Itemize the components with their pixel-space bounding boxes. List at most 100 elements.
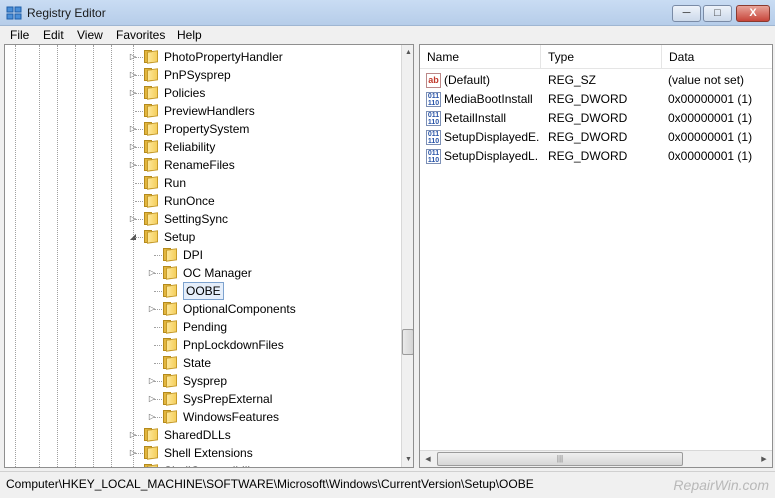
tree-item[interactable]: ▷ Shell Extensions [5, 444, 395, 462]
folder-icon [144, 428, 159, 442]
folder-icon [144, 122, 159, 136]
value-data: 0x00000001 (1) [668, 92, 753, 106]
folder-icon [144, 194, 159, 208]
tree-item-label: PreviewHandlers [164, 104, 255, 118]
tree-item-label: OC Manager [183, 266, 252, 280]
tree-item-label: Setup [164, 230, 196, 244]
folder-icon [144, 212, 159, 226]
tree-guide-line [135, 237, 143, 238]
tree-item[interactable]: ▷ Policies [5, 84, 395, 102]
folder-icon [144, 68, 159, 82]
tree-item[interactable]: ◢ Setup [5, 228, 395, 246]
tree-item[interactable]: DPI [5, 246, 395, 264]
tree-item-label: Reliability [164, 140, 216, 154]
folder-icon [144, 446, 159, 460]
folder-icon [144, 104, 159, 118]
value-type: REG_DWORD [548, 130, 628, 144]
tree-item[interactable]: ▷ Reliability [5, 138, 395, 156]
folder-icon [163, 410, 178, 424]
tree-item[interactable]: ▷ PnPSysprep [5, 66, 395, 84]
scroll-left-arrow-icon[interactable]: ◀ [422, 453, 434, 466]
dword-value-icon: 011 110 [426, 111, 441, 126]
menu-view[interactable]: View [77, 28, 103, 42]
list-item[interactable]: 011 110 SetupDisplayedL... REG_DWORD 0x0000… [420, 147, 772, 166]
menu-favorites[interactable]: Favorites [116, 28, 165, 42]
tree-item[interactable]: ▷ Sysprep [5, 372, 395, 390]
tree-item[interactable]: ▷ SettingSync [5, 210, 395, 228]
folder-icon [144, 230, 159, 244]
tree-item[interactable]: Run [5, 174, 395, 192]
tree-item[interactable]: ▷ PropertySystem [5, 120, 395, 138]
tree-item[interactable]: ▷ WindowsFeatures [5, 408, 395, 426]
column-header-data[interactable]: Data [662, 45, 772, 69]
column-header-type[interactable]: Type [541, 45, 662, 69]
registry-key-tree[interactable]: ▷ PhotoPropertyHandler ▷ PnPSysprep ▷ Policie… [4, 44, 414, 468]
tree-guide-line [135, 201, 143, 202]
tree-item[interactable]: ▷ SharedDLLs [5, 426, 395, 444]
tree-guide-line [154, 273, 162, 274]
tree-item[interactable]: ▷ RenameFiles [5, 156, 395, 174]
current-key-path: Computer\HKEY_LOCAL_MACHINE\SOFTWARE\Mic… [6, 477, 534, 491]
tree-item[interactable]: OOBE [5, 282, 395, 300]
registry-editor-icon [6, 6, 22, 20]
tree-guide-line [154, 381, 162, 382]
tree-item-label: PnPSysprep [164, 68, 231, 82]
value-type: REG_DWORD [548, 111, 628, 125]
tree-guide-line [135, 183, 143, 184]
tree-item[interactable]: ▷ SysPrepExternal [5, 390, 395, 408]
tree-item[interactable]: ▷ OC Manager [5, 264, 395, 282]
scroll-right-arrow-icon[interactable]: ▶ [758, 453, 770, 466]
tree-item[interactable]: State [5, 354, 395, 372]
folder-icon [163, 392, 178, 406]
folder-icon [163, 374, 178, 388]
scroll-up-arrow-icon[interactable]: ▲ [403, 46, 413, 59]
scrollbar-thumb[interactable]: ||| [437, 452, 683, 466]
value-name: SetupDisplayedE... [444, 130, 539, 144]
menu-help[interactable]: Help [177, 28, 202, 42]
minimize-button[interactable]: ─ [672, 5, 701, 22]
menu-file[interactable]: File [10, 28, 29, 42]
tree-guide-line [154, 327, 162, 328]
scroll-down-arrow-icon[interactable]: ▼ [403, 453, 413, 466]
expand-arrow-icon[interactable]: ▷ [128, 462, 138, 467]
folder-icon [144, 86, 159, 100]
list-item[interactable]: 011 110 SetupDisplayedE... REG_DWORD 0x0000… [420, 128, 772, 147]
tree-item[interactable]: ▷ ShellCompatibility [5, 462, 395, 467]
list-item[interactable]: 011 110 MediaBootInstall REG_DWORD 0x000000… [420, 90, 772, 109]
tree-item-label: DPI [183, 248, 204, 262]
string-value-icon: ab [426, 73, 441, 88]
list-item[interactable]: ab (Default) REG_SZ (value not set) [420, 71, 772, 90]
tree-vertical-scrollbar[interactable]: ▲ ▼ [401, 45, 413, 467]
column-header-name[interactable]: Name [420, 45, 541, 69]
tree-item-label: WindowsFeatures [183, 410, 280, 424]
folder-icon [163, 266, 178, 280]
tree-guide-line [135, 129, 143, 130]
close-button[interactable]: X [736, 5, 770, 22]
tree-item[interactable]: ▷ OptionalComponents [5, 300, 395, 318]
value-name: SetupDisplayedL... [444, 149, 539, 163]
registry-values-list[interactable]: Name Type Data ab (Default) REG_SZ (value n… [419, 44, 773, 468]
folder-icon [163, 338, 178, 352]
tree-item-label: PropertySystem [164, 122, 250, 136]
tree-item[interactable]: ▷ PhotoPropertyHandler [5, 48, 395, 66]
tree-item[interactable]: Pending [5, 318, 395, 336]
scrollbar-thumb[interactable] [402, 329, 413, 355]
value-type: REG_DWORD [548, 92, 628, 106]
tree-item[interactable]: PnpLockdownFiles [5, 336, 395, 354]
list-horizontal-scrollbar[interactable]: ◀ ||| ▶ [420, 450, 772, 467]
dword-value-icon: 011 110 [426, 130, 441, 145]
list-item[interactable]: 011 110 RetailInstall REG_DWORD 0x00000001 … [420, 109, 772, 128]
tree-item[interactable]: PreviewHandlers [5, 102, 395, 120]
maximize-button[interactable]: □ [703, 5, 732, 22]
value-type: REG_SZ [548, 73, 597, 87]
tree-guide-line [154, 255, 162, 256]
tree-item[interactable]: RunOnce [5, 192, 395, 210]
tree-item-label: ShellCompatibility [164, 462, 259, 467]
tree-item-label: RenameFiles [164, 158, 235, 172]
menu-edit[interactable]: Edit [43, 28, 64, 42]
tree-item-label: RunOnce [164, 194, 215, 208]
tree-guide-line [154, 363, 162, 364]
tree-guide-line [135, 219, 143, 220]
tree-guide-line [135, 57, 143, 58]
tree-item-label: PhotoPropertyHandler [164, 50, 283, 64]
